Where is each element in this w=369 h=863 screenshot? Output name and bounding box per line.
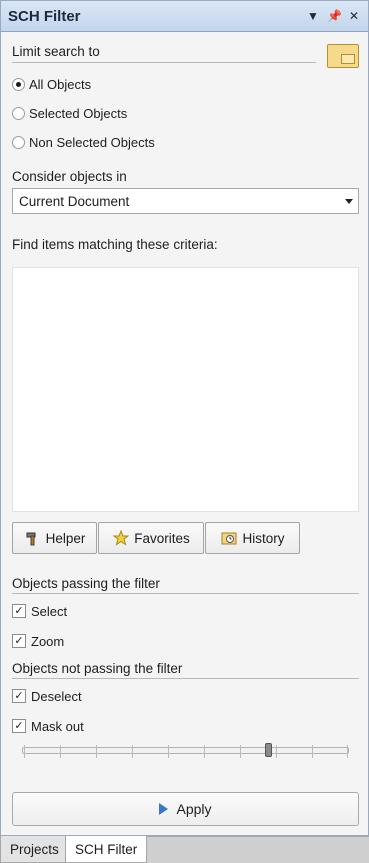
tab-sch-filter[interactable]: SCH Filter [65,836,148,863]
slider-tick [312,745,313,758]
history-label: History [242,530,285,546]
apply-button[interactable]: Apply [12,792,359,826]
checkbox-label: Select [31,603,68,619]
helper-label: Helper [45,530,86,546]
criteria-label: Find items matching these criteria: [12,237,218,252]
slider-tick [168,745,169,758]
favorites-button[interactable]: Favorites [98,522,204,554]
not-passing-filter-label: Objects not passing the filter [12,661,183,676]
slider-tick [60,745,61,758]
divider [12,678,359,679]
checkbox-label: Zoom [31,633,65,649]
criteria-textarea[interactable] [12,267,359,512]
consider-objects-select[interactable]: Current Document [12,188,359,214]
slider-tick [204,745,205,758]
radio-label: Non Selected Objects [29,134,155,150]
consider-objects-label: Consider objects in [12,169,127,184]
slider-tick [132,745,133,758]
pin-icon[interactable]: 📌 [327,8,342,24]
radio-button-icon[interactable] [12,77,25,91]
radio-non-selected-objects[interactable]: Non Selected Objects [12,133,155,151]
slider-tick [240,745,241,758]
slider-tick [347,745,348,758]
limit-search-label: Limit search to [12,44,100,59]
folder-icon[interactable] [327,44,359,68]
panel-title: SCH Filter [8,8,81,25]
slider-tick [96,745,97,758]
checkmark-icon[interactable]: ✓ [12,634,26,648]
helper-button[interactable]: Helper [12,522,97,554]
checkbox-deselect[interactable]: ✓ Deselect [12,687,82,705]
dropdown-arrow-icon[interactable]: ▼ [306,8,320,24]
tab-projects[interactable]: Projects [0,836,69,863]
checkmark-icon[interactable]: ✓ [12,689,26,703]
hammer-icon [24,530,42,546]
radio-button-icon[interactable] [12,135,25,149]
radio-all-objects[interactable]: All Objects [12,75,91,93]
history-folder-icon [220,530,238,546]
history-button[interactable]: History [205,522,300,554]
checkbox-mask-out[interactable]: ✓ Mask out [12,717,84,735]
checkmark-icon[interactable]: ✓ [12,719,26,733]
close-icon[interactable]: ✕ [347,8,361,24]
checkbox-select[interactable]: ✓ Select [12,602,67,620]
slider-tick [276,745,277,758]
select-value: Current Document [19,194,130,209]
radio-button-icon[interactable] [12,106,25,120]
checkmark-icon[interactable]: ✓ [12,604,26,618]
radio-label: All Objects [29,76,92,92]
slider-tick [24,745,25,758]
chevron-down-icon[interactable] [345,199,353,204]
favorites-label: Favorites [134,530,190,546]
sch-filter-panel: SCH Filter ▼ 📌 ✕ Limit search to All Obj… [0,0,369,836]
divider [12,62,316,63]
checkbox-label: Deselect [31,688,82,704]
radio-label: Selected Objects [29,105,128,121]
checkbox-label: Mask out [31,718,84,734]
checkbox-zoom[interactable]: ✓ Zoom [12,632,64,650]
panel-tabbar: Projects SCH Filter [0,836,369,863]
divider [12,593,359,594]
passing-filter-label: Objects passing the filter [12,576,160,591]
mask-level-slider[interactable] [22,747,349,754]
apply-label: Apply [176,801,212,817]
radio-selected-objects[interactable]: Selected Objects [12,104,127,122]
play-icon [159,803,169,815]
panel-titlebar: SCH Filter ▼ 📌 ✕ [1,1,368,32]
star-icon [112,530,130,546]
slider-thumb[interactable] [265,743,272,757]
